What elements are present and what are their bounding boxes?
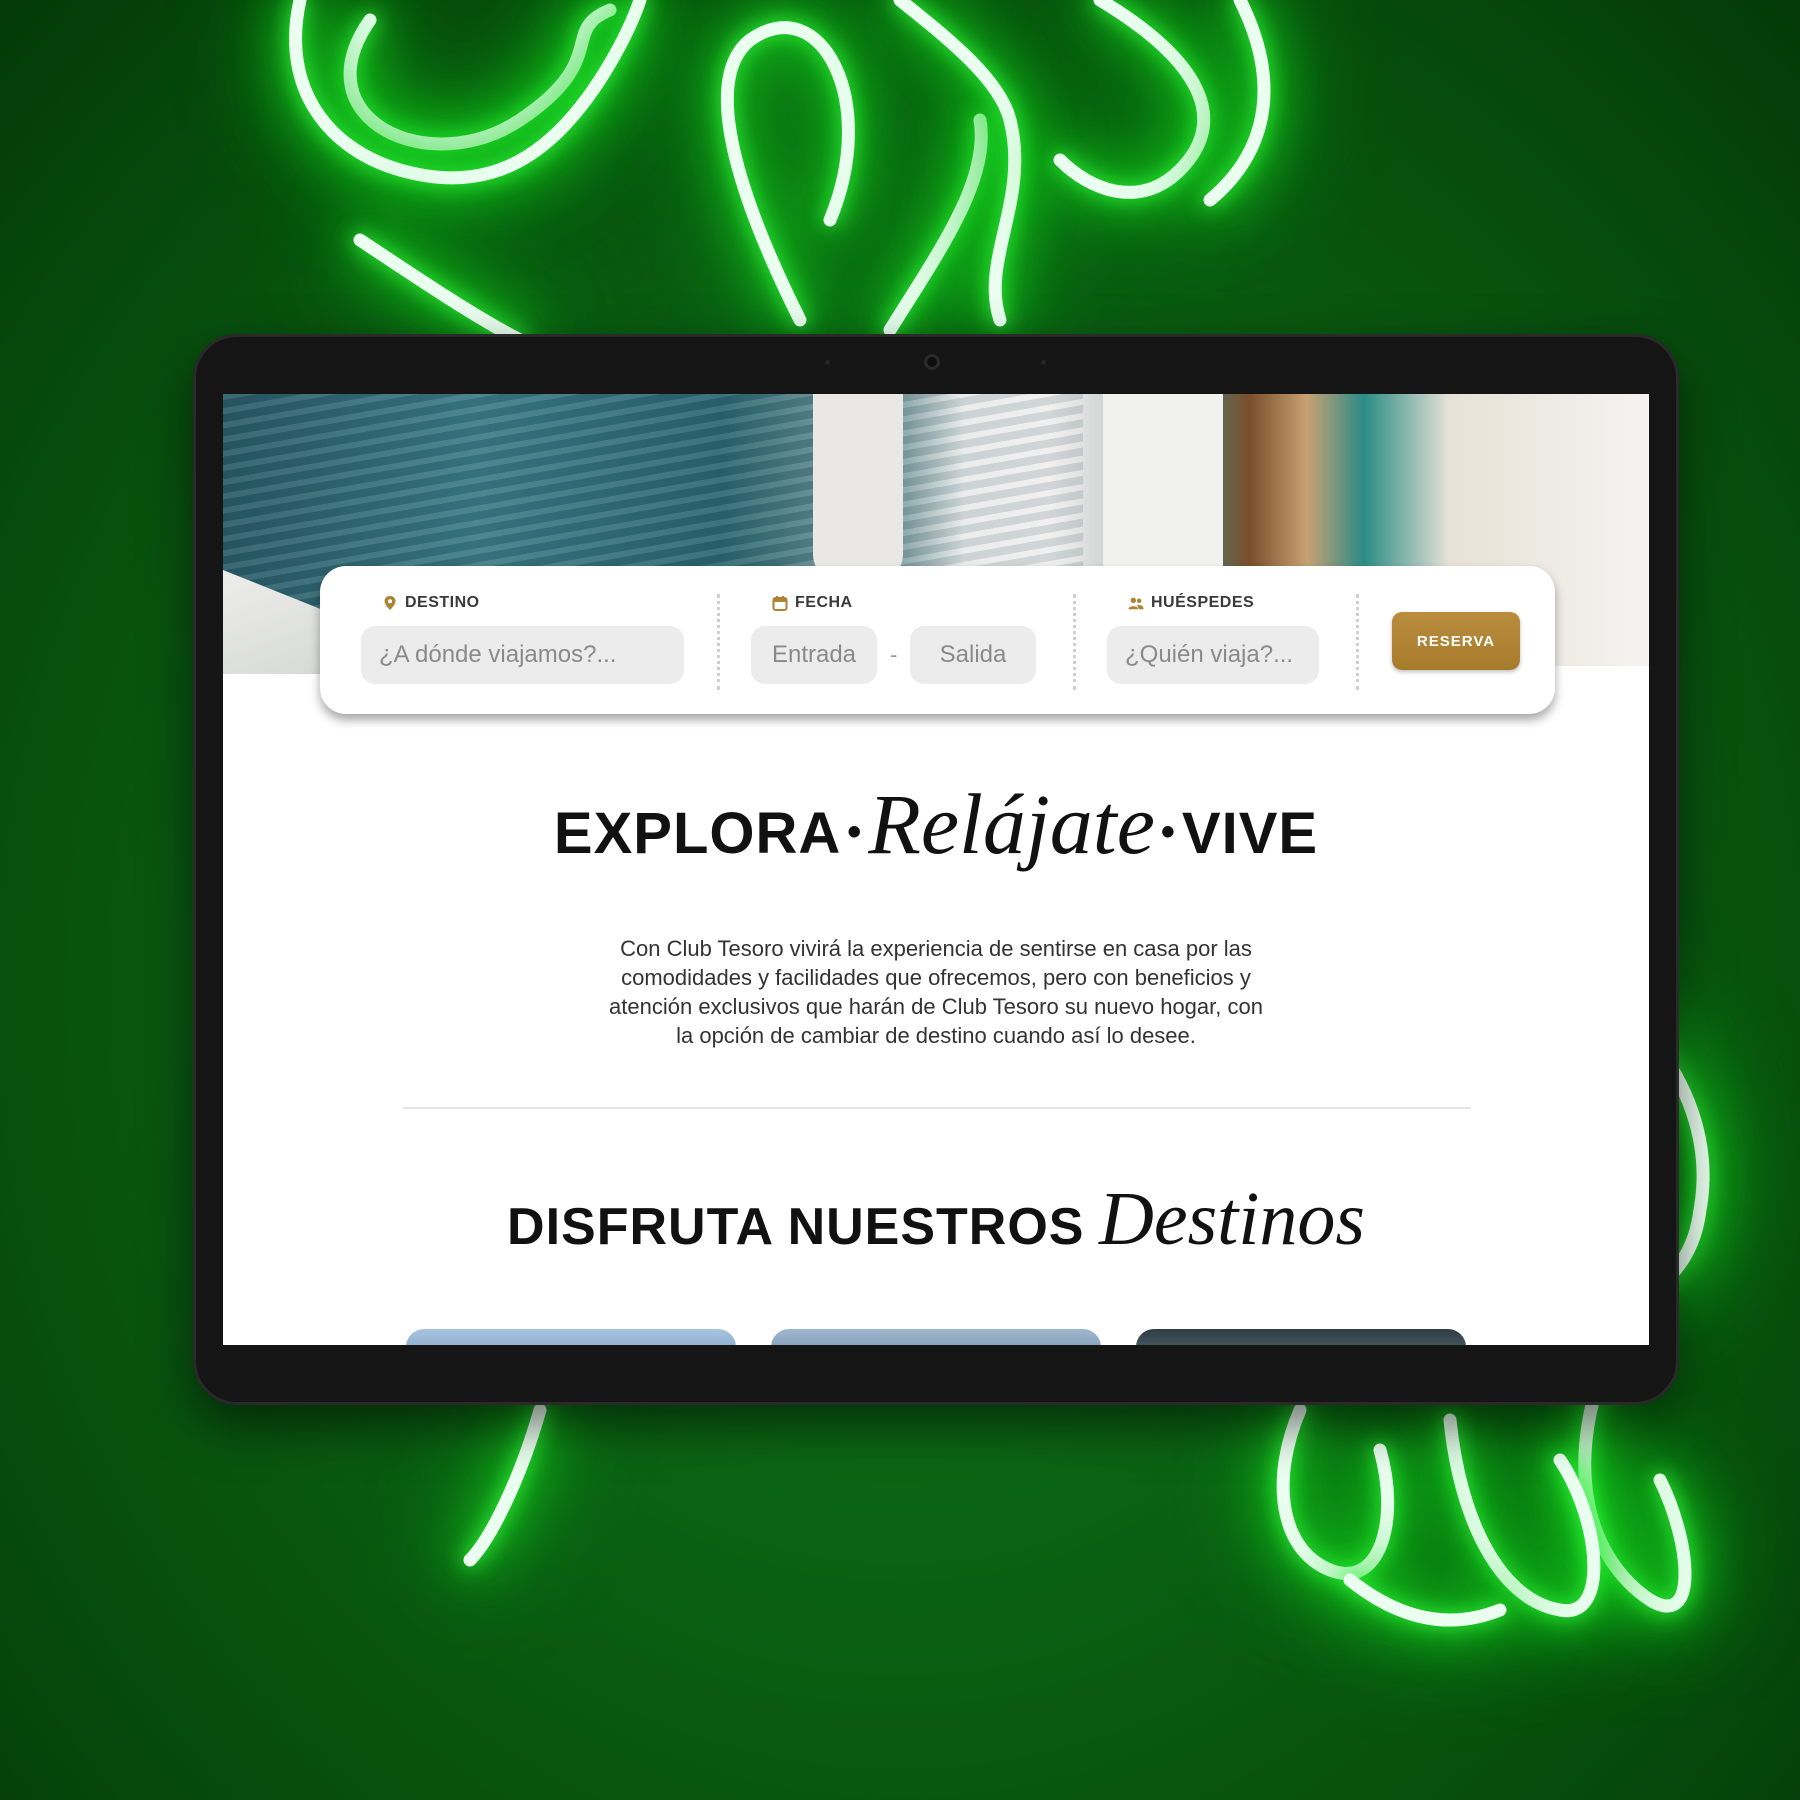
headline-vive: VIVE [1181,801,1319,866]
tablet-sensor [1041,360,1046,365]
intro-paragraph: Con Club Tesoro vivirá la experiencia de… [553,934,1319,1050]
destination-label: DESTINO [382,594,480,612]
users-icon [1128,597,1144,610]
destinations-heading-script: Destinos [1098,1177,1365,1261]
destinations-heading-main: DISFRUTA NUESTROS [507,1198,1085,1256]
date-separator: - [890,642,898,667]
intro-headline: EXPLORA •Relájate • VIVE [223,774,1649,874]
section-divider [403,1107,1471,1109]
tablet-camera [924,354,940,370]
calendar-icon [772,596,788,611]
website-screen: DESTINO ¿A dónde viajamos?... FECHA Entr… [223,394,1649,1345]
guests-placeholder: ¿Quién viaja?... [1125,641,1294,668]
destination-card[interactable] [771,1329,1101,1345]
headline-dot: • [1160,810,1176,854]
guests-label-text: HUÉSPEDES [1151,594,1255,611]
date-label-text: FECHA [795,594,853,611]
headline-explora: EXPLORA [553,801,842,866]
guests-input[interactable]: ¿Quién viaja?... [1107,626,1319,684]
date-label: FECHA [772,594,853,612]
checkout-input[interactable]: Salida [910,626,1036,684]
tablet-device: DESTINO ¿A dónde viajamos?... FECHA Entr… [193,334,1679,1405]
tablet-sensor [825,360,830,365]
checkout-placeholder: Salida [939,641,1007,668]
checkin-input[interactable]: Entrada [751,626,877,684]
divider [717,594,720,690]
destination-placeholder: ¿A dónde viajamos?... [379,641,617,668]
hero-arm [813,394,903,584]
destination-card[interactable] [1136,1329,1466,1345]
location-pin-icon [384,596,396,610]
headline-relajate: Relájate [868,776,1155,872]
divider [1073,594,1076,690]
destination-label-text: DESTINO [405,594,480,611]
destination-card[interactable] [406,1329,736,1345]
paragraph-line: la opción de cambiar de destino cuando a… [676,1023,1196,1048]
paragraph-line: atención exclusivos que harán de Club Te… [609,994,1263,1019]
destination-input[interactable]: ¿A dónde viajamos?... [361,626,684,684]
guests-label: HUÉSPEDES [1128,594,1254,612]
headline-dot: • [847,810,863,854]
divider [1356,594,1359,690]
booking-search-bar: DESTINO ¿A dónde viajamos?... FECHA Entr… [320,566,1555,714]
paragraph-line: Con Club Tesoro vivirá la experiencia de… [620,936,1252,961]
destinations-heading: DISFRUTA NUESTROS Destinos [223,1176,1649,1263]
reserve-button[interactable]: RESERVA [1392,612,1520,670]
checkin-placeholder: Entrada [771,641,857,668]
paragraph-line: comodidades y facilidades que ofrecemos,… [621,965,1251,990]
